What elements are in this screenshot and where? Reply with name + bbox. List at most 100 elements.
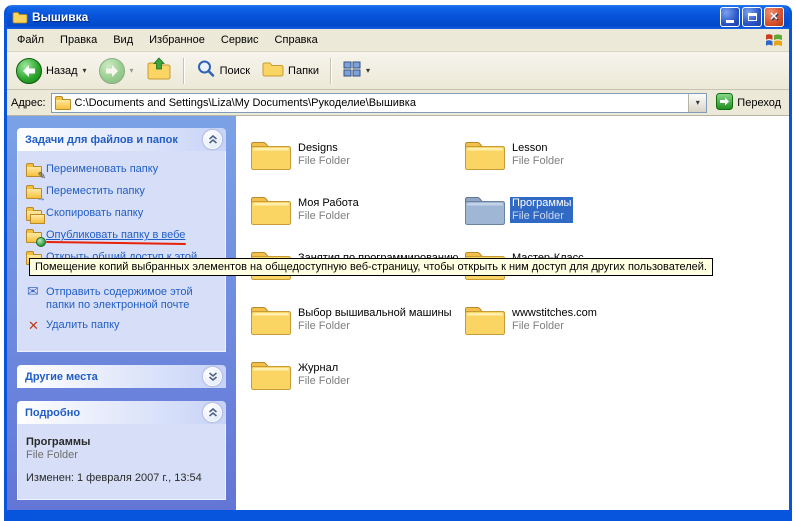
copy-folder-icon [26,207,46,222]
address-bar: Адрес: C:\Documents and Settings\Liza\My… [7,90,789,116]
folders-button[interactable]: Папки [257,58,324,83]
menu-item-5[interactable]: Сервис [213,30,267,51]
menu-item-3[interactable]: Вид [105,30,141,51]
task-list: Переименовать папку Переместить папку Ск… [17,151,226,352]
details-folder-name: Программы [26,436,217,449]
folder-icon [250,138,292,172]
back-icon [16,58,42,84]
menu-item-6[interactable]: Справка [267,30,326,51]
file-tile-7[interactable]: Выбор вышивальной машины File Folder [250,301,454,339]
task-item-6[interactable]: Отправить содержимое этой папки по элект… [26,286,221,312]
file-folder-tasks-panel: Задачи для файлов и папок Переименовать … [17,128,226,352]
desktop: Вышивка ✕ ФайлПравкаВидИзбранноеСервисСп… [0,0,796,521]
forward-button[interactable]: ▾ [94,56,139,86]
views-grid-icon [343,61,361,80]
folder-icon [464,193,506,227]
folder-icon [250,303,292,337]
folder-icon [464,303,506,337]
explorer-window: Вышивка ✕ ФайлПравкаВидИзбранноеСервисСп… [4,5,792,521]
menu-item-1[interactable]: Файл [9,30,52,51]
file-type: File Folder [296,320,454,333]
file-folder-tasks-header[interactable]: Задачи для файлов и папок [17,128,226,151]
address-label: Адрес: [11,97,46,109]
task-label: Скопировать папку [46,207,143,220]
task-label: Переместить папку [46,185,145,198]
file-folder-tasks-title: Задачи для файлов и папок [25,134,178,146]
folders-label: Папки [288,65,319,77]
search-icon [196,59,216,82]
back-dropdown-caret-icon[interactable]: ▾ [83,66,87,75]
minimize-button[interactable] [720,7,740,27]
go-label: Переход [737,97,781,109]
menu-bar-items: ФайлПравкаВидИзбранноеСервисСправка [9,29,326,51]
file-name: Журнал [296,362,352,375]
menu-item-2[interactable]: Правка [52,30,105,51]
window-body: Задачи для файлов и папок Переименовать … [7,116,789,510]
other-places-header[interactable]: Другие места [17,365,226,388]
task-item-3[interactable]: Скопировать папку [26,207,221,222]
forward-icon [99,58,125,84]
file-type: File Folder [510,320,599,333]
file-type: File Folder [296,210,361,223]
address-input[interactable]: C:\Documents and Settings\Liza\My Docume… [51,93,708,113]
file-name: Программы [510,197,573,210]
menu-item-4[interactable]: Избранное [141,30,213,51]
file-tile-1[interactable]: Designs File Folder [250,136,352,174]
toolbar-separator [183,58,185,84]
move-folder-icon [26,185,46,200]
file-tile-3[interactable]: Моя Работа File Folder [250,191,361,229]
views-button[interactable]: ▾ [338,59,375,82]
details-panel: Подробно Программы File Folder Изменен: … [17,401,226,500]
menu-bar: ФайлПравкаВидИзбранноеСервисСправка [7,29,789,52]
file-list-area[interactable]: Designs File Folder Lesson File Folder М… [236,116,789,510]
other-places-title: Другие места [25,371,98,383]
forward-dropdown-caret-icon: ▾ [130,66,134,75]
chevron-up-icon[interactable] [203,403,222,422]
task-item-4[interactable]: Опубликовать папку в вебе [26,229,221,244]
file-tile-2[interactable]: Lesson File Folder [464,136,566,174]
task-item-2[interactable]: Переместить папку [26,185,221,200]
task-label: Отправить содержимое этой папки по элект… [46,286,221,312]
publish-folder-icon [26,229,46,244]
close-button[interactable]: ✕ [764,7,784,27]
task-label: Опубликовать папку в вебе [46,229,185,242]
task-item-1[interactable]: Переименовать папку [26,163,221,178]
chevron-up-icon[interactable] [203,130,222,149]
file-type: File Folder [296,375,352,388]
folders-icon [262,60,284,81]
go-button[interactable]: Переход [712,92,785,114]
other-places-panel: Другие места [17,365,226,388]
back-button[interactable]: Назад ▾ [11,56,92,86]
toolbar-separator [330,58,332,84]
file-tile-9[interactable]: Журнал File Folder [250,356,352,394]
window-title: Вышивка [32,10,88,24]
task-item-7[interactable]: Удалить папку [26,319,221,334]
file-type: File Folder [296,155,352,168]
title-bar[interactable]: Вышивка ✕ [7,5,789,29]
task-label: Удалить папку [46,319,120,332]
file-type: File Folder [510,210,573,223]
views-dropdown-caret-icon[interactable]: ▾ [366,66,370,75]
file-tile-8[interactable]: wwwstitches.com File Folder [464,301,599,339]
folder-icon [250,193,292,227]
details-folder-type: File Folder [26,449,217,462]
address-dropdown-button[interactable]: ▾ [688,94,706,112]
details-header[interactable]: Подробно [17,401,226,424]
details-title: Подробно [25,407,80,419]
up-button[interactable] [141,55,177,86]
file-name: wwwstitches.com [510,307,599,320]
file-name: Lesson [510,142,566,155]
folder-icon [464,138,506,172]
chevron-down-icon[interactable] [203,367,222,386]
file-tile-4[interactable]: Программы File Folder [464,191,573,229]
back-label: Назад [46,65,78,77]
window-folder-icon [12,10,28,24]
address-path: C:\Documents and Settings\Liza\My Docume… [75,97,689,109]
maximize-button[interactable] [742,7,762,27]
email-icon [26,286,46,301]
search-label: Поиск [220,65,250,77]
search-button[interactable]: Поиск [191,57,255,84]
delete-folder-icon [26,319,46,334]
windows-logo-icon [765,32,783,48]
file-type: File Folder [510,155,566,168]
